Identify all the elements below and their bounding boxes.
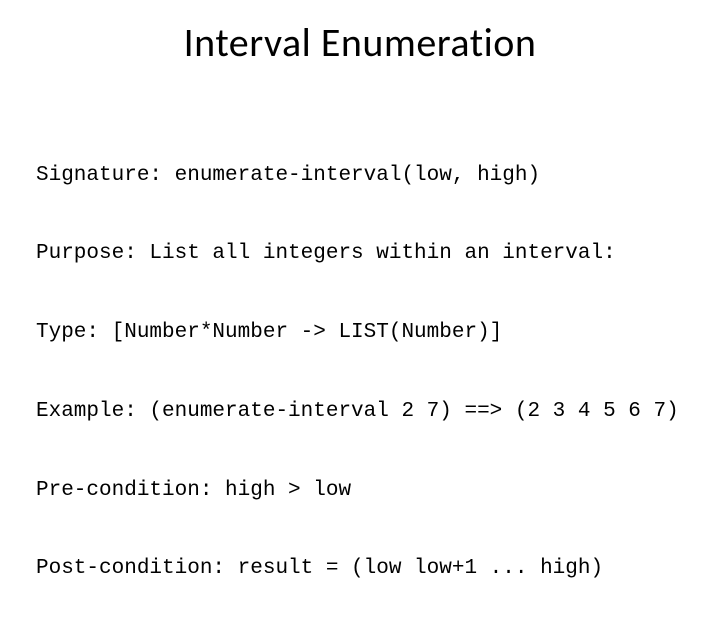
example-line: Example: (enumerate-interval 2 7) ==> (2… xyxy=(36,399,684,425)
purpose-line: Purpose: List all integers within an int… xyxy=(36,241,684,267)
slide-title: Interval Enumeration xyxy=(0,18,720,67)
type-line: Type: [Number*Number -> LIST(Number)] xyxy=(36,320,684,346)
postcondition-line: Post-condition: result = (low low+1 ... … xyxy=(36,556,684,582)
slide: Interval Enumeration Signature: enumerat… xyxy=(0,0,720,540)
signature-line: Signature: enumerate-interval(low, high) xyxy=(36,163,684,189)
slide-body: Signature: enumerate-interval(low, high)… xyxy=(36,110,684,635)
precondition-line: Pre-condition: high > low xyxy=(36,478,684,504)
